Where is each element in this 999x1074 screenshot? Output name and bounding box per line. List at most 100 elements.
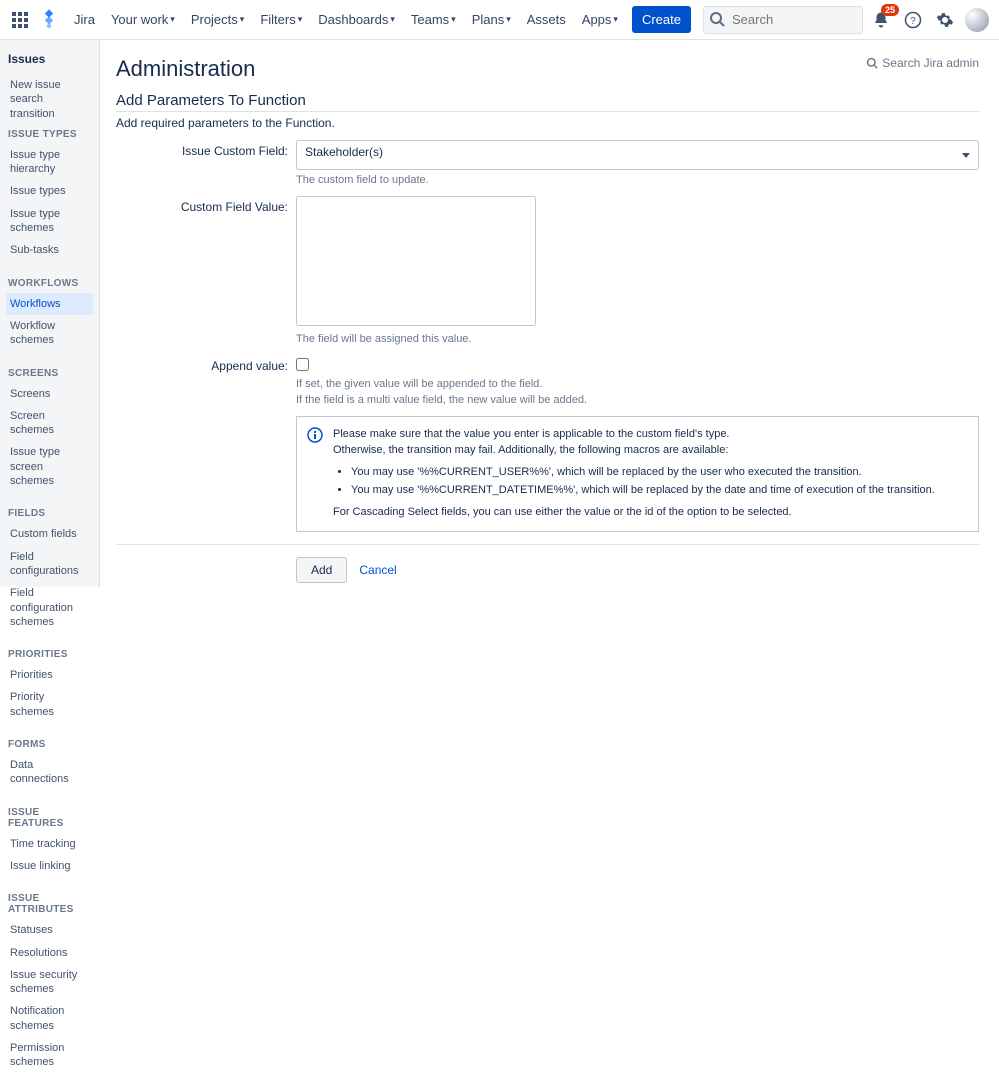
sidebar-item-permission-schemes[interactable]: Permission schemes [6,1037,93,1074]
sidebar-heading-workflows: WORKFLOWS [6,274,93,293]
nav-label: Dashboards [318,12,388,27]
nav-label: Teams [411,12,449,27]
section-heading: Add Parameters To Function [116,92,979,112]
nav-your-work[interactable]: Your work▾ [105,6,181,33]
profile-avatar[interactable] [963,6,991,34]
section-subtext: Add required parameters to the Function. [116,116,979,130]
info-macro-2: You may use '%%CURRENT_DATETIME%%', whic… [351,483,935,499]
nav-label: Apps [582,12,612,27]
sidebar-item-workflow-schemes[interactable]: Workflow schemes [6,315,93,352]
nav-dashboards[interactable]: Dashboards▾ [312,6,401,33]
sidebar-item-issue-type-screen-schemes[interactable]: Issue type screen schemes [6,441,93,492]
chevron-down-icon: ▾ [506,14,511,25]
sidebar-item-issue-security-schemes[interactable]: Issue security schemes [6,964,93,1001]
create-button[interactable]: Create [632,6,691,33]
sidebar-item-screens[interactable]: Screens [6,383,93,405]
sidebar-item-priorities[interactable]: Priorities [6,664,93,686]
sidebar-title: Issues [6,52,93,66]
sidebar-item-issue-linking[interactable]: Issue linking [6,855,93,877]
chevron-down-icon: ▾ [170,14,175,25]
sidebar-item-time-tracking[interactable]: Time tracking [6,833,93,855]
select-issue-custom-field[interactable]: Stakeholder(s) [296,140,979,170]
notifications-icon[interactable]: 25 [867,6,895,34]
sidebar-item-statuses[interactable]: Statuses [6,919,93,941]
search-icon [866,57,878,69]
sidebar-item-issue-type-schemes[interactable]: Issue type schemes [6,203,93,240]
nav-label: Plans [472,12,505,27]
sidebar-heading-screens: SCREENS [6,364,93,383]
sidebar-item-workflows[interactable]: Workflows [6,293,93,315]
select-value: Stakeholder(s) [305,145,383,159]
nav-jira[interactable]: Jira [68,6,101,33]
nav-teams[interactable]: Teams▾ [405,6,462,33]
top-navigation: Jira Your work▾ Projects▾ Filters▾ Dashb… [0,0,999,40]
search-jira-admin[interactable]: Search Jira admin [866,56,979,70]
cancel-link[interactable]: Cancel [359,563,396,577]
nav-apps[interactable]: Apps▾ [576,6,624,33]
chevron-down-icon: ▾ [613,14,618,25]
info-macro-1: You may use '%%CURRENT_USER%%', which wi… [351,465,935,481]
settings-icon[interactable] [931,6,959,34]
sidebar-item-issue-type-hierarchy[interactable]: Issue type hierarchy [6,144,93,181]
label-custom-field-value: Custom Field Value: [116,196,296,214]
nav-plans[interactable]: Plans▾ [466,6,517,33]
desc-append-line2: If the field is a multi value field, the… [296,394,979,406]
app-switcher-icon[interactable] [8,8,32,32]
chevron-down-icon: ▾ [240,14,245,25]
sidebar-item-data-connections[interactable]: Data connections [6,754,93,791]
divider [116,544,979,545]
textarea-custom-field-value[interactable] [296,196,536,326]
nav-label: Your work [111,12,168,27]
sidebar-item-custom-fields[interactable]: Custom fields [6,523,93,545]
admin-search-label: Search Jira admin [882,56,979,70]
help-icon[interactable]: ? [899,6,927,34]
main-content: Search Jira admin Administration Add Par… [100,40,999,587]
avatar-icon [965,8,989,32]
info-text-line2: Otherwise, the transition may fail. Addi… [333,443,935,459]
nav-label: Projects [191,12,238,27]
sidebar-heading-issue-types: ISSUE TYPES [6,125,93,144]
global-search-input[interactable] [703,6,863,34]
nav-assets[interactable]: Assets [521,6,572,33]
sidebar-item-notification-schemes[interactable]: Notification schemes [6,1000,93,1037]
sidebar-new-search[interactable]: New issue search transition [6,74,93,125]
notification-badge: 25 [881,4,899,16]
jira-logo-icon[interactable] [38,8,62,32]
admin-sidebar: Issues New issue search transition ISSUE… [0,40,100,587]
sidebar-heading-issue-features: ISSUE FEATURES [6,803,93,833]
info-panel: Please make sure that the value you ente… [296,416,979,532]
page-title: Administration [116,56,979,82]
checkbox-append-value[interactable] [296,358,309,371]
label-append-value: Append value: [116,355,296,373]
chevron-down-icon: ▾ [390,14,395,25]
nav-filters[interactable]: Filters▾ [254,6,308,33]
sidebar-heading-issue-attributes: ISSUE ATTRIBUTES [6,889,93,919]
sidebar-item-priority-schemes[interactable]: Priority schemes [6,686,93,723]
svg-text:?: ? [910,15,916,26]
sidebar-item-resolutions[interactable]: Resolutions [6,942,93,964]
desc-issue-custom-field: The custom field to update. [296,174,979,186]
nav-projects[interactable]: Projects▾ [185,6,251,33]
sidebar-item-sub-tasks[interactable]: Sub-tasks [6,239,93,261]
chevron-down-icon: ▾ [298,14,303,25]
sidebar-item-screen-schemes[interactable]: Screen schemes [6,405,93,442]
search-icon [709,11,725,27]
desc-custom-field-value: The field will be assigned this value. [296,333,979,345]
info-text-line3: For Cascading Select fields, you can use… [333,505,935,521]
sidebar-item-issue-types[interactable]: Issue types [6,180,93,202]
sidebar-heading-forms: FORMS [6,735,93,754]
info-text-line1: Please make sure that the value you ente… [333,427,935,443]
info-icon [307,427,323,443]
sidebar-item-field-configurations[interactable]: Field configurations [6,546,93,583]
nav-label: Jira [74,12,95,27]
desc-append-line1: If set, the given value will be appended… [296,378,979,390]
label-issue-custom-field: Issue Custom Field: [116,140,296,158]
sidebar-heading-priorities: PRIORITIES [6,645,93,664]
sidebar-item-field-configuration-schemes[interactable]: Field configuration schemes [6,582,93,633]
nav-label: Filters [260,12,295,27]
nav-label: Assets [527,12,566,27]
global-search[interactable] [703,6,863,34]
add-button[interactable]: Add [296,557,347,583]
sidebar-heading-fields: FIELDS [6,504,93,523]
chevron-down-icon: ▾ [451,14,456,25]
